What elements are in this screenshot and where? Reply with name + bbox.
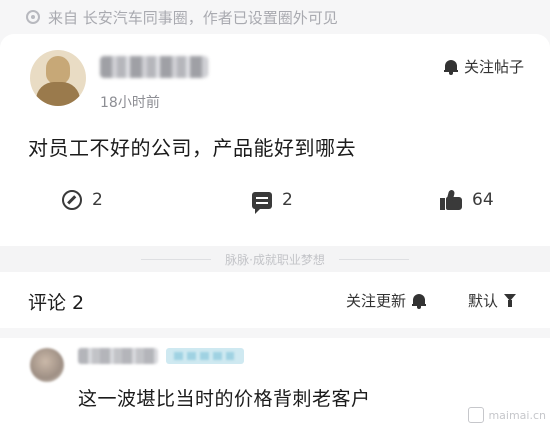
like-button[interactable]: 64 [440, 189, 494, 210]
sort-dropdown[interactable]: 默认 [468, 290, 518, 311]
share-icon [62, 190, 82, 210]
source-text: 来自 长安汽车同事圈，作者已设置圈外可见 [48, 8, 338, 27]
comment-author-name-blurred[interactable] [78, 348, 158, 364]
author-name-blurred[interactable] [100, 56, 208, 78]
post-time: 18小时前 [100, 95, 160, 111]
comment-text: 这一波堪比当时的价格背刺老客户 [78, 388, 371, 410]
bell-icon [443, 59, 458, 75]
sort-label: 默认 [468, 292, 499, 310]
comment-button[interactable]: 2 [252, 190, 293, 214]
comment-author-tag-blurred [166, 348, 244, 364]
watermark: maimai.cn [468, 407, 546, 423]
filter-icon [504, 293, 518, 308]
comment-icon [252, 191, 272, 214]
comments-section: 评论 2 关注更新 默认 这一波堪比当时的价格背刺老客户 maimai.cn [0, 272, 550, 427]
follow-updates-button[interactable]: 关注更新 [346, 290, 427, 311]
share-button[interactable]: 2 [62, 190, 103, 210]
share-count: 2 [92, 190, 103, 210]
slogan-text: 脉脉·成就职业梦想 [225, 252, 325, 267]
comment-count: 2 [282, 190, 293, 210]
comments-title: 评论 2 [28, 292, 85, 314]
post-stats: 2 2 64 [0, 189, 550, 220]
post-body: 对员工不好的公司，产品能好到哪去 [28, 136, 356, 160]
post-source-bar: 来自 长安汽车同事圈，作者已设置圈外可见 [0, 0, 550, 34]
author-avatar[interactable] [30, 50, 86, 106]
comment-author-avatar[interactable] [30, 348, 64, 382]
follow-post-label: 关注帖子 [463, 58, 524, 76]
post-card: 18小时前 关注帖子 对员工不好的公司，产品能好到哪去 2 2 64 [0, 34, 550, 246]
info-circle-icon [26, 10, 40, 24]
like-count: 64 [472, 190, 494, 210]
follow-post-button[interactable]: 关注帖子 [443, 56, 524, 77]
maimai-logo-icon [468, 407, 485, 423]
thumbs-up-icon [440, 189, 462, 210]
bell-icon [412, 293, 427, 309]
follow-updates-label: 关注更新 [346, 292, 407, 310]
slogan-divider: 脉脉·成就职业梦想 [0, 246, 550, 272]
